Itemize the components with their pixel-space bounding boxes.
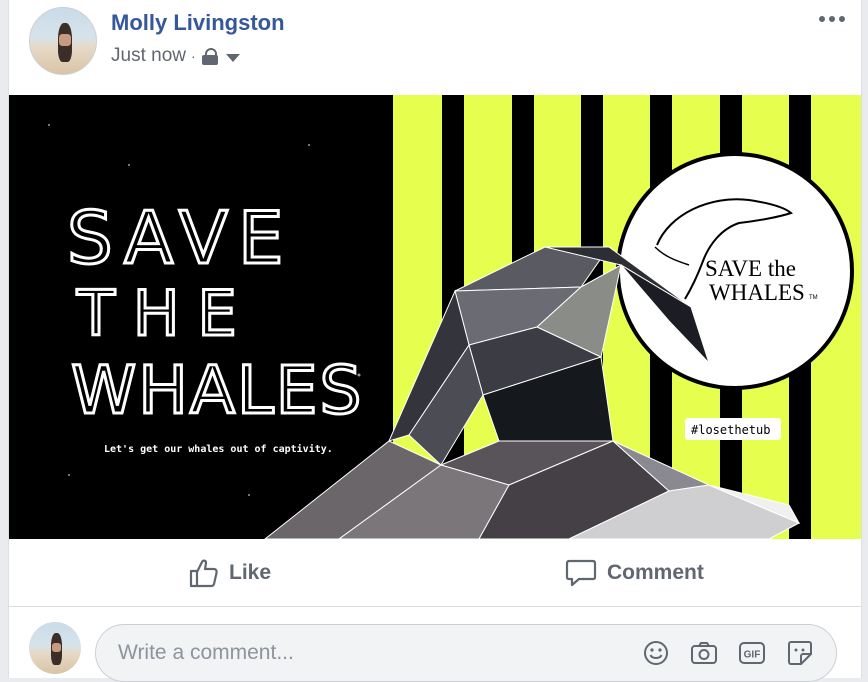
logo-line-2: WHALES xyxy=(709,280,805,305)
lock-icon[interactable] xyxy=(201,48,218,65)
caret-down-icon[interactable] xyxy=(225,53,240,62)
like-button[interactable]: Like xyxy=(189,558,271,588)
gif-icon[interactable]: GIF xyxy=(738,639,766,667)
comment-input[interactable] xyxy=(116,637,600,669)
like-label: Like xyxy=(229,561,272,584)
comment-button[interactable]: Comment xyxy=(565,558,704,588)
meta-separator: · xyxy=(190,48,196,64)
author-avatar[interactable] xyxy=(29,7,97,75)
logo-tm: TM xyxy=(809,295,818,301)
more-dots-icon[interactable] xyxy=(819,16,845,22)
headline-line-2: THE xyxy=(76,277,255,350)
speech-bubble-icon xyxy=(565,559,597,587)
post-card: Molly Livingston Just now · SAVE THE WHA… xyxy=(8,0,862,682)
post-timestamp[interactable]: Just now xyxy=(111,45,186,67)
tagline: Let's get our whales out of captivity. xyxy=(104,443,333,455)
thumbs-up-icon xyxy=(189,559,218,588)
post-image[interactable]: SAVE THE WHALES Let's get our whales out… xyxy=(9,95,861,539)
post-meta: Just now · xyxy=(111,45,240,67)
logo-line-1: SAVE the xyxy=(705,256,796,281)
sticker-icon[interactable] xyxy=(786,639,814,667)
viewer-avatar[interactable] xyxy=(29,622,81,674)
emoji-icon[interactable] xyxy=(642,639,670,667)
author-name[interactable]: Molly Livingston xyxy=(111,10,285,36)
camera-icon[interactable] xyxy=(690,639,718,667)
headline-line-3: WHALES xyxy=(71,352,363,429)
svg-text:GIF: GIF xyxy=(744,650,761,661)
comment-label: Comment xyxy=(607,561,704,584)
headline-line-1: SAVE xyxy=(67,196,293,280)
comment-composer: GIF xyxy=(95,624,837,682)
post-actions: Like Comment xyxy=(9,540,861,607)
hashtag: #losethetub xyxy=(691,423,770,437)
